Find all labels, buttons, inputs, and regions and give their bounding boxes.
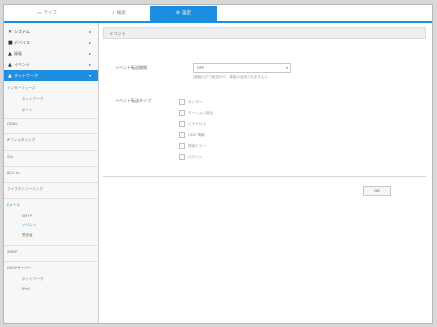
event-type-login[interactable]: ログイン xyxy=(179,153,202,161)
divider xyxy=(4,150,98,151)
event-type-sensor[interactable]: センサー xyxy=(179,98,202,106)
checkbox-label: HDD 情報 xyxy=(188,133,205,137)
app-window: ▭ ライブ ⌕ 検索 ⚙ 設定 ✕ システム ▸ ■デバイス ▸ ▲ 録画 ▸ ▲ イベント ▸ ▲… xyxy=(3,4,433,324)
tab-label: 設定 xyxy=(182,11,192,16)
sidebar: ✕ システム ▸ ■デバイス ▸ ▲ 録画 ▸ ▲ イベント ▸ ▲ ネットワーク ▾ インターフ… xyxy=(4,23,99,323)
tree-group-8021x[interactable]: 802.1x xyxy=(7,171,19,175)
main-content: イベント イベント転送間隔 OFF ▾ (録画ログで転送(ISC、重複の活用され… xyxy=(99,23,432,323)
sidebar-item-event[interactable]: ▲ イベント ▸ xyxy=(4,59,98,70)
chevron-right-icon: ▸ xyxy=(88,62,91,67)
checkbox-label: 録画エラー xyxy=(188,144,206,148)
interval-note: (録画ログで転送(ISC、重複の活用されません)) xyxy=(193,75,268,79)
tree-group-ssl[interactable]: SSL xyxy=(7,155,14,159)
tree-item-network[interactable]: ネットワーク xyxy=(22,97,44,102)
checkbox[interactable] xyxy=(179,99,185,105)
checkbox[interactable] xyxy=(179,132,185,138)
interval-select[interactable]: OFF ▾ xyxy=(193,63,291,73)
tab-label: ライブ xyxy=(43,11,57,16)
search-icon: ⌕ xyxy=(112,11,115,16)
ok-button[interactable]: OK xyxy=(363,186,391,196)
divider xyxy=(4,245,98,246)
divider xyxy=(4,198,98,199)
tree-item-network[interactable]: ネットワーク xyxy=(22,277,44,282)
tree-group-interface[interactable]: インターフェース xyxy=(7,86,35,91)
interval-value: OFF xyxy=(197,65,205,70)
sidebar-item-network[interactable]: ▲ ネットワーク ▾ xyxy=(4,70,98,81)
divider xyxy=(4,118,98,119)
tree-item-recipient[interactable]: 受信者 xyxy=(22,233,33,238)
tree-group-snmp[interactable]: SNMP xyxy=(7,250,17,254)
sidebar-item-label: 録画 xyxy=(14,51,22,56)
checkbox-label: センサー xyxy=(188,100,203,104)
checkbox[interactable] xyxy=(179,154,185,160)
sidebar-item-label: ネットワーク xyxy=(14,73,38,78)
tree-group-ddns[interactable]: DDNS xyxy=(7,122,18,126)
event-type-hdd-info[interactable]: HDD 情報 xyxy=(179,131,205,139)
gear-icon: ⚙ xyxy=(175,11,181,16)
tree-item-event[interactable]: イベント xyxy=(22,223,36,228)
section-title: イベント xyxy=(103,27,426,39)
tab-live[interactable]: ▭ ライブ xyxy=(12,6,82,21)
checkbox[interactable] xyxy=(179,121,185,127)
tree-group-dhcp-server[interactable]: DHCPサーバー xyxy=(7,266,32,271)
event-type-record-error[interactable]: 録画エラー xyxy=(179,142,206,150)
divider xyxy=(4,166,98,167)
chevron-right-icon: ▸ xyxy=(88,40,91,45)
chevron-right-icon: ▸ xyxy=(88,29,91,34)
tree-group-ip-filtering[interactable]: IPフィルタリング xyxy=(7,138,35,143)
tree-item-ipv6[interactable]: IPv6 xyxy=(22,287,30,291)
tree-group-email[interactable]: Eメール xyxy=(7,203,20,208)
sidebar-item-system[interactable]: ✕ システム ▸ xyxy=(4,26,98,37)
checkbox[interactable] xyxy=(179,143,185,149)
chevron-right-icon: ▸ xyxy=(88,51,91,56)
sidebar-item-label: デバイス xyxy=(14,40,30,45)
top-tab-bar: ▭ ライブ ⌕ 検索 ⚙ 設定 xyxy=(4,5,432,23)
tab-settings[interactable]: ⚙ 設定 xyxy=(150,6,217,21)
event-type-motion[interactable]: モーション検出 xyxy=(179,109,213,117)
tree-item-port[interactable]: ポート xyxy=(22,108,33,113)
event-type-video-loss[interactable]: ビデオロス xyxy=(179,120,206,128)
divider xyxy=(4,261,98,262)
checkbox-label: ビデオロス xyxy=(188,122,206,126)
sidebar-item-label: システム xyxy=(14,29,30,34)
divider xyxy=(4,133,98,134)
event-type-label: イベント転送タイプ xyxy=(115,98,151,103)
sidebar-item-device[interactable]: ■デバイス ▸ xyxy=(4,37,98,48)
divider xyxy=(4,182,98,183)
divider xyxy=(103,176,426,177)
checkbox-label: モーション検出 xyxy=(188,111,214,115)
tab-search[interactable]: ⌕ 検索 xyxy=(89,6,149,21)
checkbox[interactable] xyxy=(179,110,185,116)
tab-label: 検索 xyxy=(116,11,126,16)
checkbox-label: ログイン xyxy=(188,155,203,159)
chevron-down-icon: ▾ xyxy=(286,66,288,70)
tree-group-live-streaming[interactable]: ライブストリーミング xyxy=(7,187,43,192)
tree-item-smtp[interactable]: SMTP xyxy=(22,214,32,218)
sidebar-item-label: イベント xyxy=(14,62,30,67)
chevron-down-icon: ▾ xyxy=(88,73,91,78)
sidebar-item-record[interactable]: ▲ 録画 ▸ xyxy=(4,48,98,59)
monitor-icon: ▭ xyxy=(37,11,42,16)
interval-label: イベント転送間隔 xyxy=(115,65,147,70)
